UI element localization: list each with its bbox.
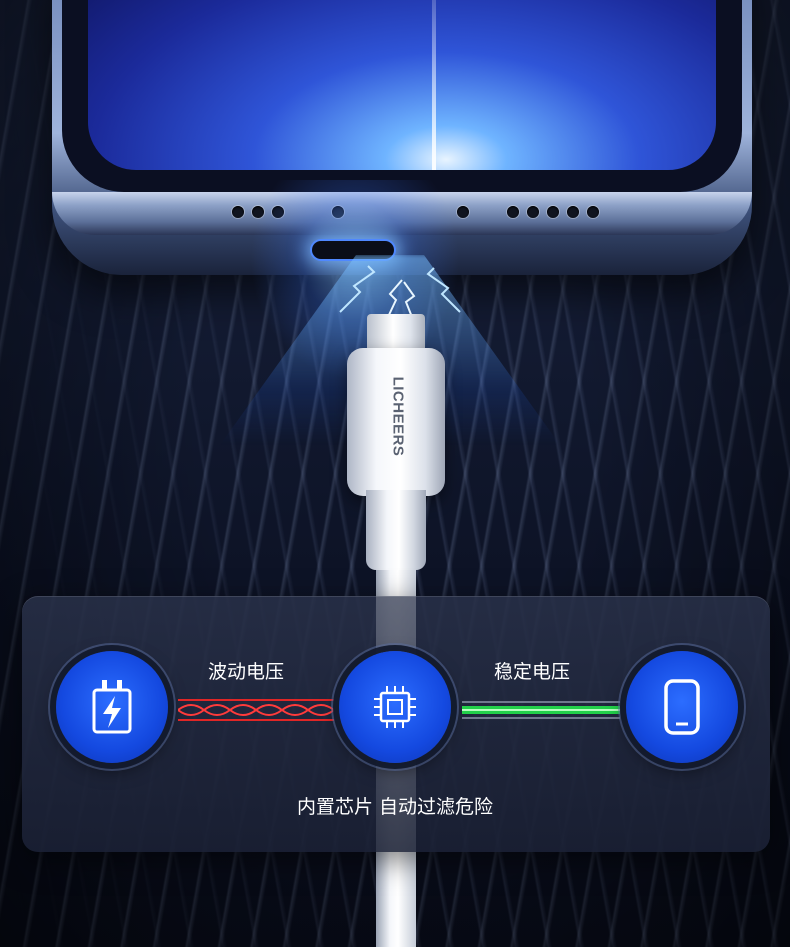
phone-circle (626, 651, 738, 763)
speaker-hole (527, 206, 539, 218)
brand-logo-text: LICHEERS (389, 376, 407, 456)
electric-spark-icon (339, 265, 461, 318)
stable-voltage-line (462, 701, 620, 719)
speaker-hole (547, 206, 559, 218)
chip-circle (339, 651, 451, 763)
product-scene: LICHEERS 波动电压 稳定电压 内置芯片 自动过滤危险 (0, 0, 790, 947)
smartphone-icon (664, 679, 700, 735)
charger-circle (56, 651, 168, 763)
speaker-grille-right (507, 204, 599, 220)
speaker-hole (507, 206, 519, 218)
phone-screen (88, 0, 716, 170)
cable-strain-relief (366, 490, 426, 570)
chip-icon (374, 686, 416, 728)
charger-bolt-icon (92, 680, 132, 734)
unstable-voltage-label: 波动电压 (208, 661, 285, 683)
speaker-hole (587, 206, 599, 218)
feature-caption: 内置芯片 自动过滤危险 (296, 796, 494, 818)
brand-logo: LICHEERS (386, 366, 410, 466)
light-ray (432, 0, 436, 170)
speaker-hole (232, 206, 244, 218)
stable-voltage-label: 稳定电压 (494, 661, 571, 683)
speaker-hole (567, 206, 579, 218)
fluctuating-voltage-line (178, 699, 334, 721)
phone-bezel (62, 0, 742, 192)
